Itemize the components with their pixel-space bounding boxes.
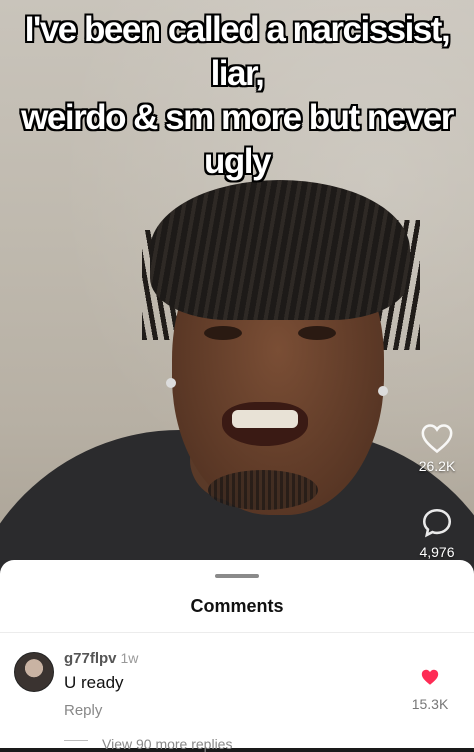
person-right-earring [378, 386, 388, 396]
comment-text: U ready [64, 673, 124, 692]
person-beard [208, 470, 318, 510]
heart-filled-icon [421, 669, 439, 685]
avatar[interactable] [14, 652, 54, 692]
caption-line-2: weirdo & sm more but never ugly [21, 98, 454, 181]
comment-username[interactable]: g77flpv 1w [64, 650, 138, 667]
video-caption: I've been called a narcissist, liar, wei… [0, 8, 474, 184]
reply-button[interactable]: Reply [64, 702, 102, 719]
like-button[interactable]: 26.2K [414, 422, 460, 474]
like-count: 26.2K [418, 458, 456, 474]
person-left-eye [204, 326, 242, 340]
video-player[interactable]: I've been called a narcissist, liar, wei… [0, 0, 474, 600]
username-text[interactable]: g77flpv [64, 650, 117, 667]
comment-item: g77flpv 1w U ready Reply 15.3K [0, 646, 474, 726]
person-hair [150, 180, 410, 320]
comment-like-count: 15.3K [411, 696, 449, 712]
person-left-earring [166, 378, 176, 388]
sheet-drag-handle[interactable] [215, 574, 259, 578]
person-right-eye [298, 326, 336, 340]
comments-sheet: Comments g77flpv 1w U ready Reply 15.3K V… [0, 560, 474, 752]
comment-time: 1w [120, 650, 139, 666]
comment-count: 4,976 [419, 544, 455, 560]
view-more-replies-button[interactable]: View 90 more replies [102, 736, 232, 752]
person-teeth [232, 410, 298, 428]
comments-title: Comments [190, 596, 284, 616]
replies-divider-line [64, 740, 88, 741]
heart-outline-icon [421, 424, 453, 454]
comment-button[interactable]: 4,976 [414, 506, 460, 560]
comment-like-button[interactable]: 15.3K [400, 668, 460, 712]
sheet-divider [0, 632, 474, 633]
caption-line-1: I've been called a narcissist, liar, [24, 10, 451, 93]
speech-bubble-icon [422, 508, 452, 538]
